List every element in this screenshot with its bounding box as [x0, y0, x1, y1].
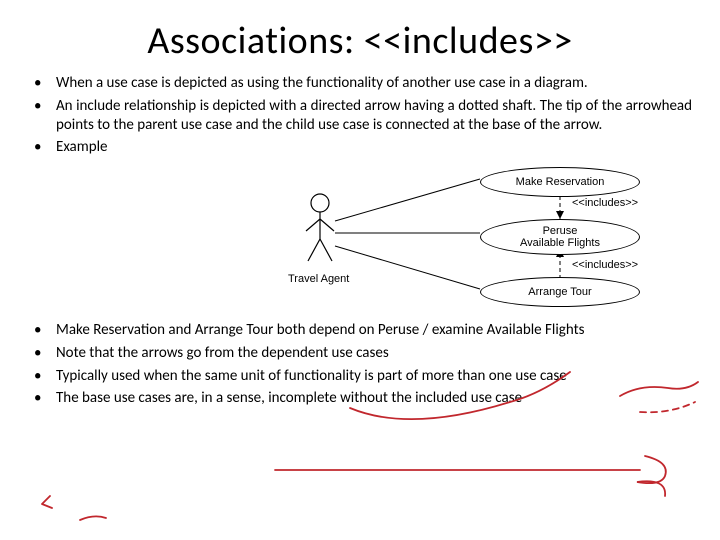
- list-item: Note that the arrows go from the depende…: [28, 344, 692, 363]
- actor-icon: [300, 191, 340, 271]
- list-item: When a use case is depicted as using the…: [28, 74, 692, 93]
- use-case-oval: Arrange Tour: [480, 277, 640, 307]
- use-case-oval: Peruse Available Flights: [480, 219, 640, 255]
- list-item: The base use cases are, in a sense, inco…: [28, 389, 692, 408]
- includes-label: <<includes>>: [572, 197, 638, 209]
- actor-label: Travel Agent: [288, 273, 349, 285]
- list-item: Typically used when the same unit of fun…: [28, 367, 692, 386]
- use-case-oval: Make Reservation: [480, 167, 640, 197]
- list-item: Make Reservation and Arrange Tour both d…: [28, 321, 692, 340]
- page-title: Associations: <<includes>>: [0, 18, 720, 64]
- list-item: An include relationship is depicted with…: [28, 97, 692, 135]
- use-case-diagram: Travel Agent Make Reservation Peruse Ava…: [0, 161, 720, 321]
- includes-label: <<includes>>: [572, 259, 638, 271]
- bullet-list-bottom: Make Reservation and Arrange Tour both d…: [28, 321, 692, 408]
- bullet-list-top: When a use case is depicted as using the…: [28, 74, 692, 157]
- list-item: Example: [28, 138, 692, 157]
